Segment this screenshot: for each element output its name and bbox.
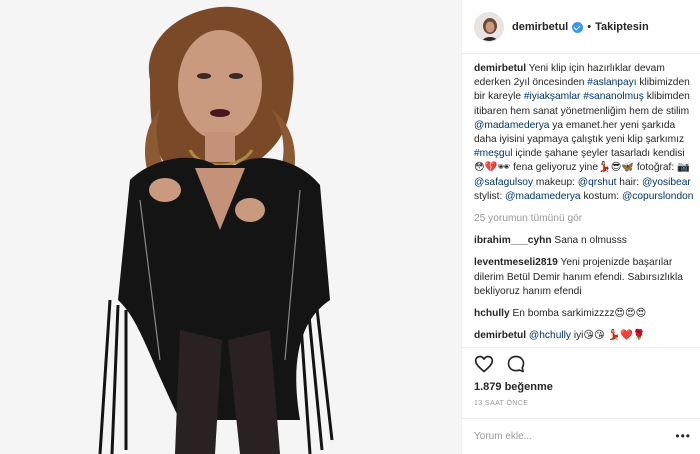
verified-badge-icon [572,22,584,33]
post-photo-illustration [0,0,461,454]
comment-username[interactable]: leventmeseli2819 [474,257,558,268]
post-photo[interactable] [0,0,461,454]
mention-link[interactable]: @safagulsoy [474,177,533,188]
avatar[interactable] [474,11,504,42]
follow-status-button[interactable]: Takiptesin [595,21,649,33]
comment-text: Sana n olmusss [551,235,627,247]
comment-text: En bomba sarkimizzzz😍😍😍 [509,308,647,320]
post-username[interactable]: demirbetul [512,21,568,33]
comment-username[interactable]: demirbetul [474,330,526,341]
mention-link[interactable]: @madamederya [505,191,580,202]
comment-username[interactable]: hchully [474,308,510,319]
hashtag-link[interactable]: #aslanpayı [587,77,636,88]
caption: demirbetul Yeni klip için hazırlıklar de… [474,62,694,204]
add-comment-bar: Yorum ekle... ••• [462,418,700,454]
mention-link[interactable]: @madamederya [474,120,549,131]
comment-text: iyi😘😘 💃🏻❤️🌹 [570,330,646,342]
comments-section: demirbetul Yeni klip için hazırlıklar de… [474,62,694,347]
mention-link[interactable]: @qrshut [578,177,617,188]
post-header: demirbetul • Takiptesin [462,0,700,54]
action-icons [474,354,526,374]
post-timestamp: 13 SAAT ÖNCE [474,400,529,407]
post-actions: 1.879 beğenme 13 SAAT ÖNCE [462,347,700,417]
comment-icon[interactable] [506,354,526,374]
more-options-icon[interactable]: ••• [675,429,691,443]
mention-link[interactable]: @yosibear [642,177,691,188]
instagram-post-frame: demirbetul • Takiptesin demirbetul Yeni … [0,0,700,454]
caption-text: hair: [616,176,642,188]
caption-text: stylist: [474,190,506,202]
heart-icon[interactable] [474,354,494,374]
separator-dot: • [587,20,592,33]
post-sidebar: demirbetul • Takiptesin demirbetul Yeni … [461,0,700,454]
hashtag-link[interactable]: #meşgul [474,148,513,159]
hashtag-link[interactable]: #iyiakşamlar [524,91,581,102]
hashtag-link[interactable]: #sananolmuş [583,91,644,102]
comment-item: leventmeseli2819 Yeni projenizde başarıl… [474,256,694,299]
mention-link[interactable]: @copurslondon [622,191,694,202]
comment-item: hchully En bomba sarkimizzzz😍😍😍 [474,307,694,321]
add-comment-input[interactable]: Yorum ekle... [474,431,532,442]
comment-item: ibrahim___cyhn Sana n olmusss [474,234,694,248]
caption-text: kostum: [580,190,622,202]
caption-text: makeup: [533,176,578,188]
view-all-comments-link[interactable]: 25 yorumun tümünü gör [474,212,694,226]
avatar-icon [475,12,503,41]
caption-username[interactable]: demirbetul [474,63,526,74]
comment-item: demirbetul @hchully iyi😘😘 💃🏻❤️🌹 [474,329,694,343]
likes-count[interactable]: 1.879 beğenme [474,381,553,393]
mention-link[interactable]: @hchully [529,330,571,341]
comment-username[interactable]: ibrahim___cyhn [474,235,552,246]
